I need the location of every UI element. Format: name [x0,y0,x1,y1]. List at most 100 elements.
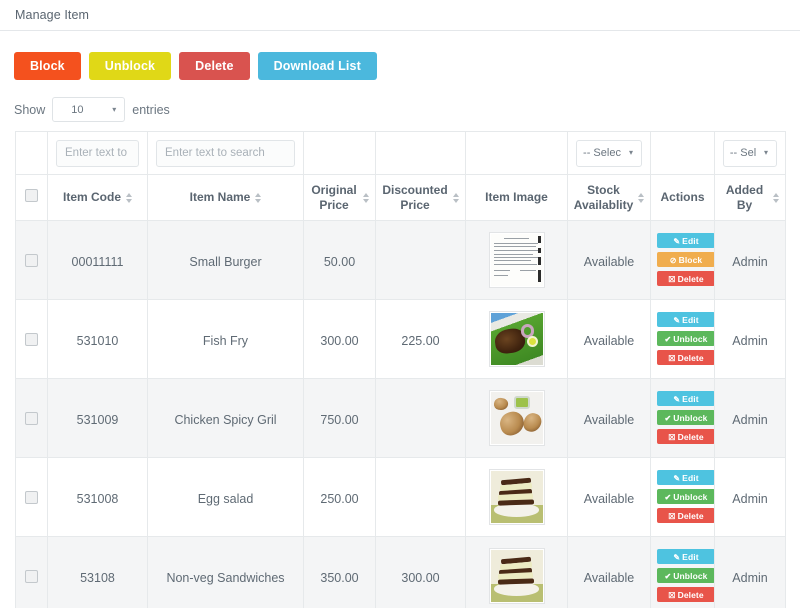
column-header-stock-availability[interactable]: Stock Availablity [567,174,651,221]
unblock-row-button[interactable]: ✔ Unblock [657,488,715,504]
column-header-original-price[interactable]: Original Price [303,174,376,221]
item-image-thumbnail[interactable] [488,548,545,604]
column-label-added-by: Added By [725,182,764,212]
delete-row-icon: ☒ [668,511,676,521]
sort-icon[interactable] [638,192,645,203]
cell-item-image [465,378,568,458]
row-checkbox[interactable] [25,254,38,267]
delete-row-button[interactable]: ☒ Delete [657,349,715,365]
column-header-added-by[interactable]: Added By [714,174,786,221]
sort-icon[interactable] [773,192,779,203]
row-checkbox[interactable] [25,491,38,504]
unblock-row-icon: ✔ [664,334,672,344]
row-checkbox[interactable] [25,570,38,583]
added-by-filter-value: -- Sel [729,147,757,159]
delete-button[interactable]: Delete [179,52,250,80]
edit-icon: ✎ [673,473,681,483]
sort-icon[interactable] [363,192,369,203]
cell-discounted-price: 225.00 [375,299,466,379]
items-table-head: -- Selec ▾ -- Sel ▾ [15,131,786,221]
stock-filter-value: -- Selec [583,147,621,159]
block-row-button[interactable]: ⊘ Block [657,251,715,267]
column-label-stock-availability: Stock Availablity [573,182,634,212]
column-label-item-code: Item Code [62,190,121,204]
cell-item-code: 53108 [47,536,148,608]
delete-row-button[interactable]: ☒ Delete [657,507,715,523]
cell-discounted-price [375,378,466,458]
cell-discounted-price [375,457,466,537]
entries-per-page-select[interactable]: 10 ▾ [52,97,126,122]
cell-added-by: Admin [714,457,786,537]
edit-button[interactable]: ✎ Edit [657,232,715,248]
delete-row-button[interactable]: ☒ Delete [657,428,715,444]
filter-cell-original-price [303,131,376,175]
delete-row-icon: ☒ [668,274,676,284]
column-header-row: Item Code Item Name Original Price Disco… [15,174,786,221]
cell-actions: ✎ Edit ✔ Unblock ☒ Delete [650,299,715,379]
added-by-filter-select[interactable]: -- Sel ▾ [723,139,777,167]
delete-row-button[interactable]: ☒ Delete [657,586,715,602]
sort-icon[interactable] [255,192,262,203]
cell-actions: ✎ Edit ✔ Unblock ☒ Delete [650,536,715,608]
item-image-thumbnail[interactable] [488,311,545,367]
edit-button[interactable]: ✎ Edit [657,469,715,485]
row-checkbox[interactable] [25,333,38,346]
item-code-filter-input[interactable] [56,139,139,167]
item-image-thumbnail[interactable] [488,469,545,525]
unblock-row-button[interactable]: ✔ Unblock [657,409,715,425]
entries-label: entries [132,102,170,117]
bulk-action-toolbar: Block Unblock Delete Download List [0,31,800,80]
row-select-cell [15,299,48,379]
items-table-body: 00011111 Small Burger 50.00 Available ✎ … [15,220,786,608]
column-header-item-code[interactable]: Item Code [47,174,148,221]
items-table: -- Selec ▾ -- Sel ▾ [15,131,786,608]
item-image-thumbnail[interactable] [488,232,545,288]
column-filter-row: -- Selec ▾ -- Sel ▾ [15,131,786,175]
cell-discounted-price [375,220,466,300]
unblock-row-icon: ✔ [664,571,672,581]
block-button[interactable]: Block [14,52,81,80]
unblock-row-button[interactable]: ✔ Unblock [657,567,715,583]
row-checkbox[interactable] [25,412,38,425]
column-header-discounted-price[interactable]: Discounted Price [375,174,466,221]
cell-item-name: Egg salad [147,457,304,537]
edit-icon: ✎ [673,394,681,404]
row-select-cell [15,220,48,300]
stock-availability-filter-select[interactable]: -- Selec ▾ [576,139,642,167]
edit-button[interactable]: ✎ Edit [657,548,715,564]
edit-button[interactable]: ✎ Edit [657,311,715,327]
cell-original-price: 300.00 [303,299,376,379]
filter-cell-added-by: -- Sel ▾ [714,131,786,175]
cell-stock-availability: Available [567,378,651,458]
edit-button[interactable]: ✎ Edit [657,390,715,406]
table-row: 00011111 Small Burger 50.00 Available ✎ … [15,220,786,300]
column-label-item-image: Item Image [485,190,548,204]
sort-icon[interactable] [453,192,459,203]
filter-cell-item-name [147,131,304,175]
filter-cell-discounted-price [375,131,466,175]
unblock-row-button[interactable]: ✔ Unblock [657,330,715,346]
column-header-item-name[interactable]: Item Name [147,174,304,221]
filter-cell-item-code [47,131,148,175]
filter-cell-item-image [465,131,568,175]
column-label-actions: Actions [660,190,705,204]
cell-item-code: 531008 [47,457,148,537]
chevron-down-icon: ▾ [763,148,768,157]
item-name-filter-input[interactable] [156,139,295,167]
page-title: Manage Item [15,8,90,22]
delete-row-button[interactable]: ☒ Delete [657,270,715,286]
select-all-header [15,174,48,221]
items-table-container: -- Selec ▾ -- Sel ▾ [0,131,800,608]
column-header-actions: Actions [650,174,715,221]
cell-item-name: Chicken Spicy Gril [147,378,304,458]
item-image-thumbnail[interactable] [488,390,545,446]
block-row-icon: ⊘ [669,255,677,265]
select-all-checkbox[interactable] [25,189,38,202]
download-list-button[interactable]: Download List [257,52,377,80]
cell-item-code: 531010 [47,299,148,379]
sort-icon[interactable] [126,192,132,203]
chevron-down-icon: ▾ [112,104,117,114]
column-label-item-name: Item Name [189,190,251,204]
unblock-button[interactable]: Unblock [88,52,172,80]
row-select-cell [15,457,48,537]
